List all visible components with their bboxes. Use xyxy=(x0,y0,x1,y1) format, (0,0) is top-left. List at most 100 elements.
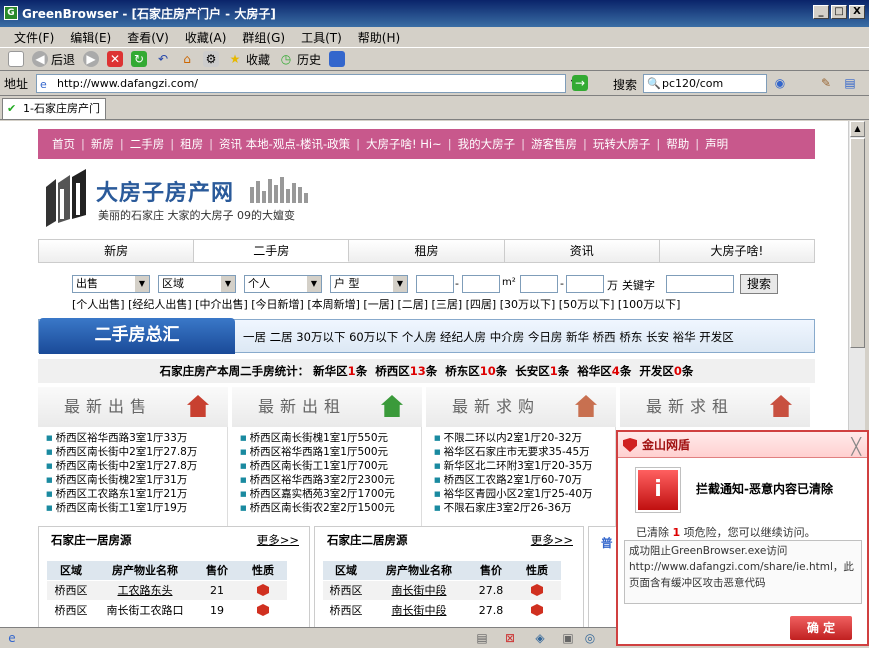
list-item[interactable]: 桥西区嘉实栖苑3室2厅1700元 xyxy=(240,487,395,501)
type-select[interactable]: 出售 xyxy=(72,275,150,293)
latest-rent-column: 最新出租 桥西区南长街槐1室1厅550元 桥西区裕华西路1室1厅500元 桥西区… xyxy=(232,387,422,527)
home-button[interactable]: ⌂ xyxy=(175,49,199,69)
nav-my[interactable]: 我的大房子 xyxy=(458,136,516,152)
property-type-icon xyxy=(531,584,543,596)
table-row[interactable]: 桥西区 南长街工农路口 19 xyxy=(47,601,287,621)
list-item[interactable]: 桥西区南长街中2室1厅27.8万 xyxy=(46,459,198,473)
window-titlebar: G GreenBrowser - [石家庄房产门户 - 大房子] _ □ X xyxy=(0,0,869,27)
stat-kaifa[interactable]: 开发区0条 xyxy=(639,364,693,378)
table-row[interactable]: 桥西区 南长街中段 27.8 xyxy=(323,581,561,601)
shield-status-icon[interactable]: ◈ xyxy=(532,630,548,646)
close-window-button[interactable]: X xyxy=(849,5,865,19)
price-max-input[interactable] xyxy=(566,275,604,293)
back-button[interactable]: ◀ 后退 xyxy=(28,49,79,69)
nav-rent[interactable]: 租房 xyxy=(180,136,203,152)
search-input[interactable]: 🔍 pc120/com xyxy=(643,74,767,93)
stat-changan[interactable]: 长安区1条 xyxy=(515,364,569,378)
favorites-label: 收藏 xyxy=(246,52,271,67)
list-item[interactable]: 不限二环以内2室1厅20-32万 xyxy=(434,431,593,445)
menu-tools[interactable]: 工具(T) xyxy=(293,29,350,46)
window-button[interactable] xyxy=(325,49,349,69)
list-item[interactable]: 桥西区裕华西路3室2厅2300元 xyxy=(240,473,395,487)
nav-guest-sell[interactable]: 游客售房 xyxy=(531,136,577,152)
list-item[interactable]: 桥西区南长街农2室2厅1500元 xyxy=(240,501,395,515)
tab-second-hand[interactable]: 二手房 xyxy=(194,240,350,262)
highlight-icon[interactable]: ✎ xyxy=(818,75,834,91)
scroll-thumb[interactable] xyxy=(850,138,865,348)
list-item[interactable]: 桥西区南长街工1室1厅19万 xyxy=(46,501,197,515)
stat-qiaoxi[interactable]: 桥西区13条 xyxy=(375,364,437,378)
stat-yuhua[interactable]: 裕华区4条 xyxy=(577,364,631,378)
tab-what[interactable]: 大房子啥! xyxy=(659,240,815,262)
address-input[interactable]: e http://www.dafangzi.com/ xyxy=(36,74,566,93)
list-item[interactable]: 裕华区石家庄市无要求35-45万 xyxy=(434,445,593,459)
tools-button[interactable]: ⚙ xyxy=(199,49,223,69)
table-row[interactable]: 桥西区 工农路东头 21 xyxy=(47,581,287,601)
globe-icon[interactable]: ◉ xyxy=(772,75,788,91)
list-item[interactable]: 裕华区青园小区2室1厅25-40万 xyxy=(434,487,593,501)
scroll-up-icon[interactable]: ▲ xyxy=(850,121,865,137)
menu-help[interactable]: 帮助(H) xyxy=(350,29,408,46)
history-button[interactable]: ◷ 历史 xyxy=(274,49,325,69)
forward-button[interactable]: ▶ xyxy=(79,49,103,69)
refresh-button[interactable]: ↻ xyxy=(127,49,151,69)
close-icon[interactable]: ╳ xyxy=(851,434,861,460)
list-item[interactable]: 桥西区裕华西路1室1厅500元 xyxy=(240,445,395,459)
tab-news[interactable]: 资讯 xyxy=(504,240,660,262)
list-item[interactable]: 桥西区工农路2室1厅60-70万 xyxy=(434,473,593,487)
more-link[interactable]: 更多>> xyxy=(531,527,573,553)
layout-select[interactable]: 户 型 xyxy=(330,275,408,293)
site-logo[interactable] xyxy=(42,169,102,227)
list-item[interactable]: 桥西区工农路东1室1厅21万 xyxy=(46,487,197,501)
popup-block-icon[interactable]: ⊠ xyxy=(502,630,518,646)
more-link[interactable]: 更多>> xyxy=(257,527,299,553)
maximize-button[interactable]: □ xyxy=(831,5,847,19)
nav-what[interactable]: 大房子啥! Hi~ xyxy=(366,136,442,152)
stat-qiaodong[interactable]: 桥东区10条 xyxy=(445,364,507,378)
network-icon[interactable]: ◎ xyxy=(582,630,598,646)
list-item[interactable]: 桥西区裕华西路3室1厅33万 xyxy=(46,431,197,445)
stop-button[interactable]: ✕ xyxy=(103,49,127,69)
page-icon[interactable]: ▤ xyxy=(474,630,490,646)
search-button[interactable]: 搜索 xyxy=(740,274,778,294)
nav-statement[interactable]: 声明 xyxy=(705,136,728,152)
tab-new[interactable]: 新房 xyxy=(39,240,195,262)
table-row[interactable]: 桥西区 南长街中段 27.8 xyxy=(323,601,561,621)
seller-select[interactable]: 个人 xyxy=(244,275,322,293)
new-page-button[interactable] xyxy=(4,49,28,69)
area-min-input[interactable] xyxy=(416,275,454,293)
undo-button[interactable]: ↶ xyxy=(151,49,175,69)
list-item[interactable]: 桥西区南长街中2室1厅27.8万 xyxy=(46,445,198,459)
window-status-icon[interactable]: ▣ xyxy=(560,630,576,646)
go-icon[interactable]: → xyxy=(572,75,588,91)
nav-second-hand[interactable]: 二手房 xyxy=(130,136,165,152)
list-item[interactable]: 桥西区南长街槐2室1厅31万 xyxy=(46,473,197,487)
stat-xinhua[interactable]: 新华区1条 xyxy=(313,364,367,378)
list-item[interactable]: 新华区北二环附3室1厅20-35万 xyxy=(434,459,593,473)
menu-favorites[interactable]: 收藏(A) xyxy=(177,29,235,46)
list-item[interactable]: 桥西区南长街槐1室1厅550元 xyxy=(240,431,395,445)
menu-view[interactable]: 查看(V) xyxy=(119,29,177,46)
menu-groups[interactable]: 群组(G) xyxy=(234,29,293,46)
tab-rent[interactable]: 租房 xyxy=(349,240,505,262)
page-tools-icon[interactable]: ▤ xyxy=(842,75,858,91)
list-item[interactable]: 桥西区南长街工1室1厅700元 xyxy=(240,459,395,473)
menu-edit[interactable]: 编辑(E) xyxy=(62,29,119,46)
quick-links[interactable]: [个人出售] [经纪人出售] [中介出售] [今日新增] [本周新增] [一居]… xyxy=(72,296,680,312)
summary-links[interactable]: 一居 二居 30万以下 60万以下 个人房 经纪人房 中介房 今日房 新华 桥西… xyxy=(243,329,734,345)
area-select[interactable]: 区域 xyxy=(158,275,236,293)
list-item[interactable]: 不限石家庄3室2厅26-36万 xyxy=(434,501,593,515)
minimize-button[interactable]: _ xyxy=(813,5,829,19)
nav-play[interactable]: 玩转大房子 xyxy=(593,136,651,152)
tab-item[interactable]: ✔ 1-石家庄房产门 xyxy=(2,98,106,119)
nav-new[interactable]: 新房 xyxy=(91,136,114,152)
nav-news[interactable]: 资讯 本地-观点-楼讯-政策 xyxy=(219,136,350,152)
favorites-button[interactable]: ★ 收藏 xyxy=(223,49,274,69)
nav-help[interactable]: 帮助 xyxy=(666,136,689,152)
area-max-input[interactable] xyxy=(462,275,500,293)
ok-button[interactable]: 确 定 xyxy=(790,616,852,640)
price-min-input[interactable] xyxy=(520,275,558,293)
keyword-input[interactable] xyxy=(666,275,734,293)
nav-home[interactable]: 首页 xyxy=(52,136,75,152)
menu-file[interactable]: 文件(F) xyxy=(6,29,62,46)
